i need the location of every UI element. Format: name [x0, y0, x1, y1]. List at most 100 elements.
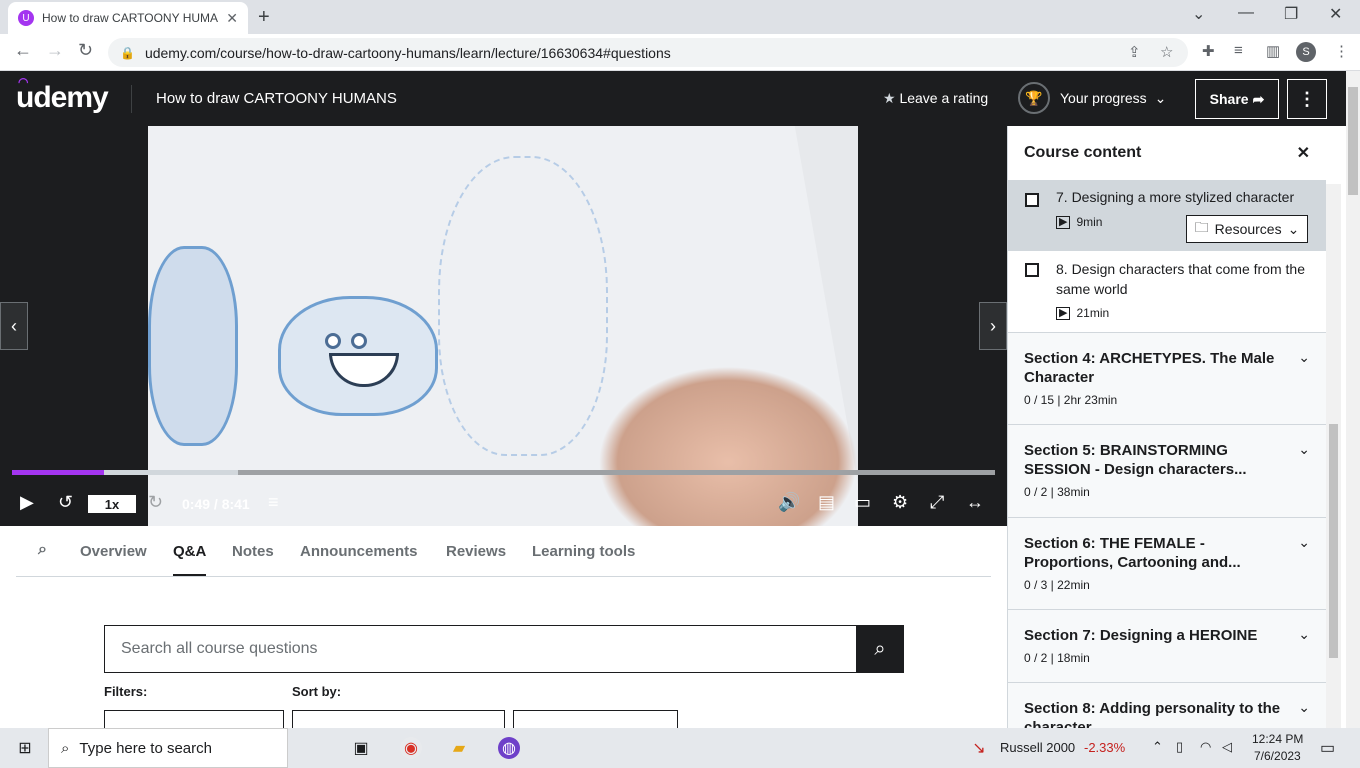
section-item[interactable]: Section 6: THE FEMALE - Proportions, Car… — [1008, 518, 1326, 610]
task-view-icon[interactable]: ▣ — [350, 737, 372, 759]
fullscreen-icon[interactable]: ⤢ — [930, 492, 944, 513]
volume-icon[interactable]: 🔊 — [778, 492, 800, 513]
notifications-icon[interactable]: ▭ — [1320, 738, 1335, 758]
search-icon: ⌕ — [874, 637, 886, 660]
reading-list-icon[interactable]: ≡ — [1234, 42, 1243, 59]
sidebar-title: Course content — [1024, 144, 1142, 161]
section-title: Section 6: THE FEMALE - Proportions, Car… — [1024, 535, 1241, 571]
tray-chevron-icon[interactable]: ⌃ — [1152, 739, 1163, 755]
captions-icon[interactable]: ▭ — [854, 492, 871, 513]
forward-icon[interactable]: → — [46, 40, 64, 61]
next-lecture-button[interactable]: › — [979, 302, 1007, 350]
share-page-icon[interactable]: ⇪ — [1128, 43, 1141, 61]
new-tab-icon[interactable]: + — [258, 6, 270, 29]
udemy-logo[interactable]: ◠ udemy — [16, 75, 109, 115]
qa-search-button[interactable]: ⌕ — [856, 625, 904, 673]
rewind-icon[interactable]: ↺ — [58, 492, 73, 513]
section-meta: 0 / 3 | 22min — [1024, 578, 1090, 592]
page-scroll-thumb[interactable] — [1348, 87, 1358, 195]
close-tab-icon[interactable]: ✕ — [226, 10, 238, 27]
back-icon[interactable]: ← — [14, 40, 32, 61]
profile-avatar[interactable]: S — [1296, 42, 1316, 62]
lecture-checkbox[interactable] — [1025, 193, 1039, 207]
section-item[interactable]: Section 7: Designing a HEROINE 0 / 2 | 1… — [1008, 610, 1326, 683]
browser-tab[interactable]: U How to draw CARTOONY HUMA ✕ — [8, 2, 248, 34]
add-note-icon[interactable]: ≡ — [268, 492, 279, 513]
bookmark-star-icon[interactable]: ☆ — [1160, 43, 1173, 61]
lecture-duration: 9min — [1076, 215, 1103, 229]
restore-icon[interactable]: ❐ — [1284, 4, 1298, 24]
lecture-item[interactable]: 7. Designing a more stylized character ▶… — [1008, 181, 1326, 251]
file-explorer-icon[interactable]: ▰ — [448, 737, 470, 759]
clock-time[interactable]: 12:24 PM — [1252, 732, 1303, 746]
previous-lecture-button[interactable]: ‹ — [0, 302, 28, 350]
sidebar-scrollbar[interactable] — [1326, 184, 1341, 728]
video-player[interactable]: ‹ › ▶ ↺ 1x ↻ 0:49 / 8:41 ≡ 🔊 ▤ ▭ ⚙ ⤢ ↔ — [0, 126, 1007, 526]
qa-search-input[interactable]: Search all course questions — [104, 625, 857, 673]
section-item[interactable]: Section 8: Adding personality to the cha… — [1008, 683, 1326, 733]
tab-overview[interactable]: Overview — [80, 543, 147, 560]
tab-announcements[interactable]: Announcements — [300, 543, 418, 560]
search-icon: ⌕ — [61, 739, 70, 757]
play-icon[interactable]: ▶ — [20, 492, 34, 513]
chevron-down-icon: ⌄ — [1298, 441, 1310, 457]
section-item[interactable]: Section 4: ARCHETYPES. The Male Characte… — [1008, 333, 1326, 425]
minimize-icon[interactable]: — — [1238, 4, 1254, 22]
lecture-duration: 21min — [1076, 306, 1110, 320]
section-item[interactable]: Section 5: BRAINSTORMING SESSION - Desig… — [1008, 425, 1326, 518]
tab-reviews[interactable]: Reviews — [446, 543, 506, 560]
volume-icon[interactable]: ◁ — [1222, 739, 1232, 755]
close-window-icon[interactable]: ✕ — [1329, 4, 1342, 24]
url-text: udemy.com/course/how-to-draw-cartoony-hu… — [144, 44, 671, 61]
tab-learning-tools[interactable]: Learning tools — [532, 543, 635, 560]
progress-button[interactable]: 🏆 Your progress ⌄ — [1018, 82, 1166, 114]
resources-button[interactable]: 🗀 Resources ⌄ — [1186, 215, 1308, 243]
tab-title: How to draw CARTOONY HUMA — [42, 11, 219, 25]
folder-icon: 🗀 — [1194, 219, 1209, 235]
windows-start-icon[interactable]: ⊞ — [14, 737, 36, 759]
more-options-button[interactable]: ⋮ — [1287, 79, 1327, 119]
forward-icon[interactable]: ↻ — [148, 492, 163, 513]
progress-scrubber[interactable] — [12, 470, 995, 475]
page-scrollbar[interactable] — [1346, 71, 1360, 728]
stock-change: -2.33% — [1084, 740, 1126, 755]
stock-name[interactable]: Russell 2000 — [1000, 740, 1075, 755]
wifi-icon[interactable]: ◠ — [1200, 739, 1211, 755]
sort-label: Sort by: — [292, 684, 342, 699]
tab-qa[interactable]: Q&A — [173, 543, 207, 576]
section-title: Section 4: ARCHETYPES. The Male Characte… — [1024, 350, 1275, 386]
browser-menu-icon[interactable]: ⋮ — [1334, 42, 1349, 60]
address-bar[interactable]: 🔒 udemy.com/course/how-to-draw-cartoony-… — [108, 38, 1188, 67]
lecture-item[interactable]: 8. Design characters that come from the … — [1008, 251, 1326, 333]
chevron-down-icon: ⌄ — [1298, 349, 1310, 365]
transcript-icon[interactable]: ▤ — [818, 492, 835, 513]
course-title[interactable]: How to draw CARTOONY HUMANS — [156, 90, 397, 107]
settings-gear-icon[interactable]: ⚙ — [892, 492, 908, 513]
trophy-icon: 🏆 — [1018, 82, 1050, 114]
share-button[interactable]: Share ➦ — [1195, 79, 1279, 119]
sidebar-scroll-thumb[interactable] — [1329, 424, 1338, 658]
windows-taskbar: ⊞ ⌕ Type here to search ▣ ◉ ▰ ◍ ↘ Russel… — [0, 728, 1360, 768]
header-divider — [131, 85, 132, 113]
browser-tab-strip: U How to draw CARTOONY HUMA ✕ + ⌄ — ❐ ✕ — [0, 0, 1360, 34]
chevron-down-icon: ⌄ — [1298, 699, 1310, 715]
expand-icon[interactable]: ↔ — [966, 492, 984, 513]
extensions-icon[interactable]: ✚ — [1202, 42, 1215, 60]
reload-icon[interactable]: ↻ — [78, 40, 93, 61]
course-content-sidebar: Course content ✕ 7. Designing a more sty… — [1007, 126, 1326, 733]
logo-hat-icon: ◠ — [18, 75, 29, 89]
clock-date[interactable]: 7/6/2023 — [1254, 749, 1301, 763]
side-panel-icon[interactable]: ▥ — [1266, 42, 1280, 60]
github-desktop-icon[interactable]: ◍ — [498, 737, 520, 759]
taskbar-search[interactable]: ⌕ Type here to search — [48, 728, 288, 768]
tab-search-icon[interactable]: ⌄ — [1192, 4, 1205, 24]
playback-speed-button[interactable]: 1x — [88, 495, 136, 513]
leave-rating-button[interactable]: ★ Leave a rating — [883, 90, 988, 107]
chrome-taskbar-icon[interactable]: ◉ — [400, 737, 422, 759]
search-icon[interactable]: ⌕ — [38, 541, 47, 559]
battery-icon[interactable]: ▯ — [1176, 739, 1183, 755]
tab-notes[interactable]: Notes — [232, 543, 274, 560]
close-sidebar-icon[interactable]: ✕ — [1297, 143, 1310, 163]
lecture-checkbox[interactable] — [1025, 263, 1039, 277]
section-meta: 0 / 2 | 18min — [1024, 651, 1090, 665]
